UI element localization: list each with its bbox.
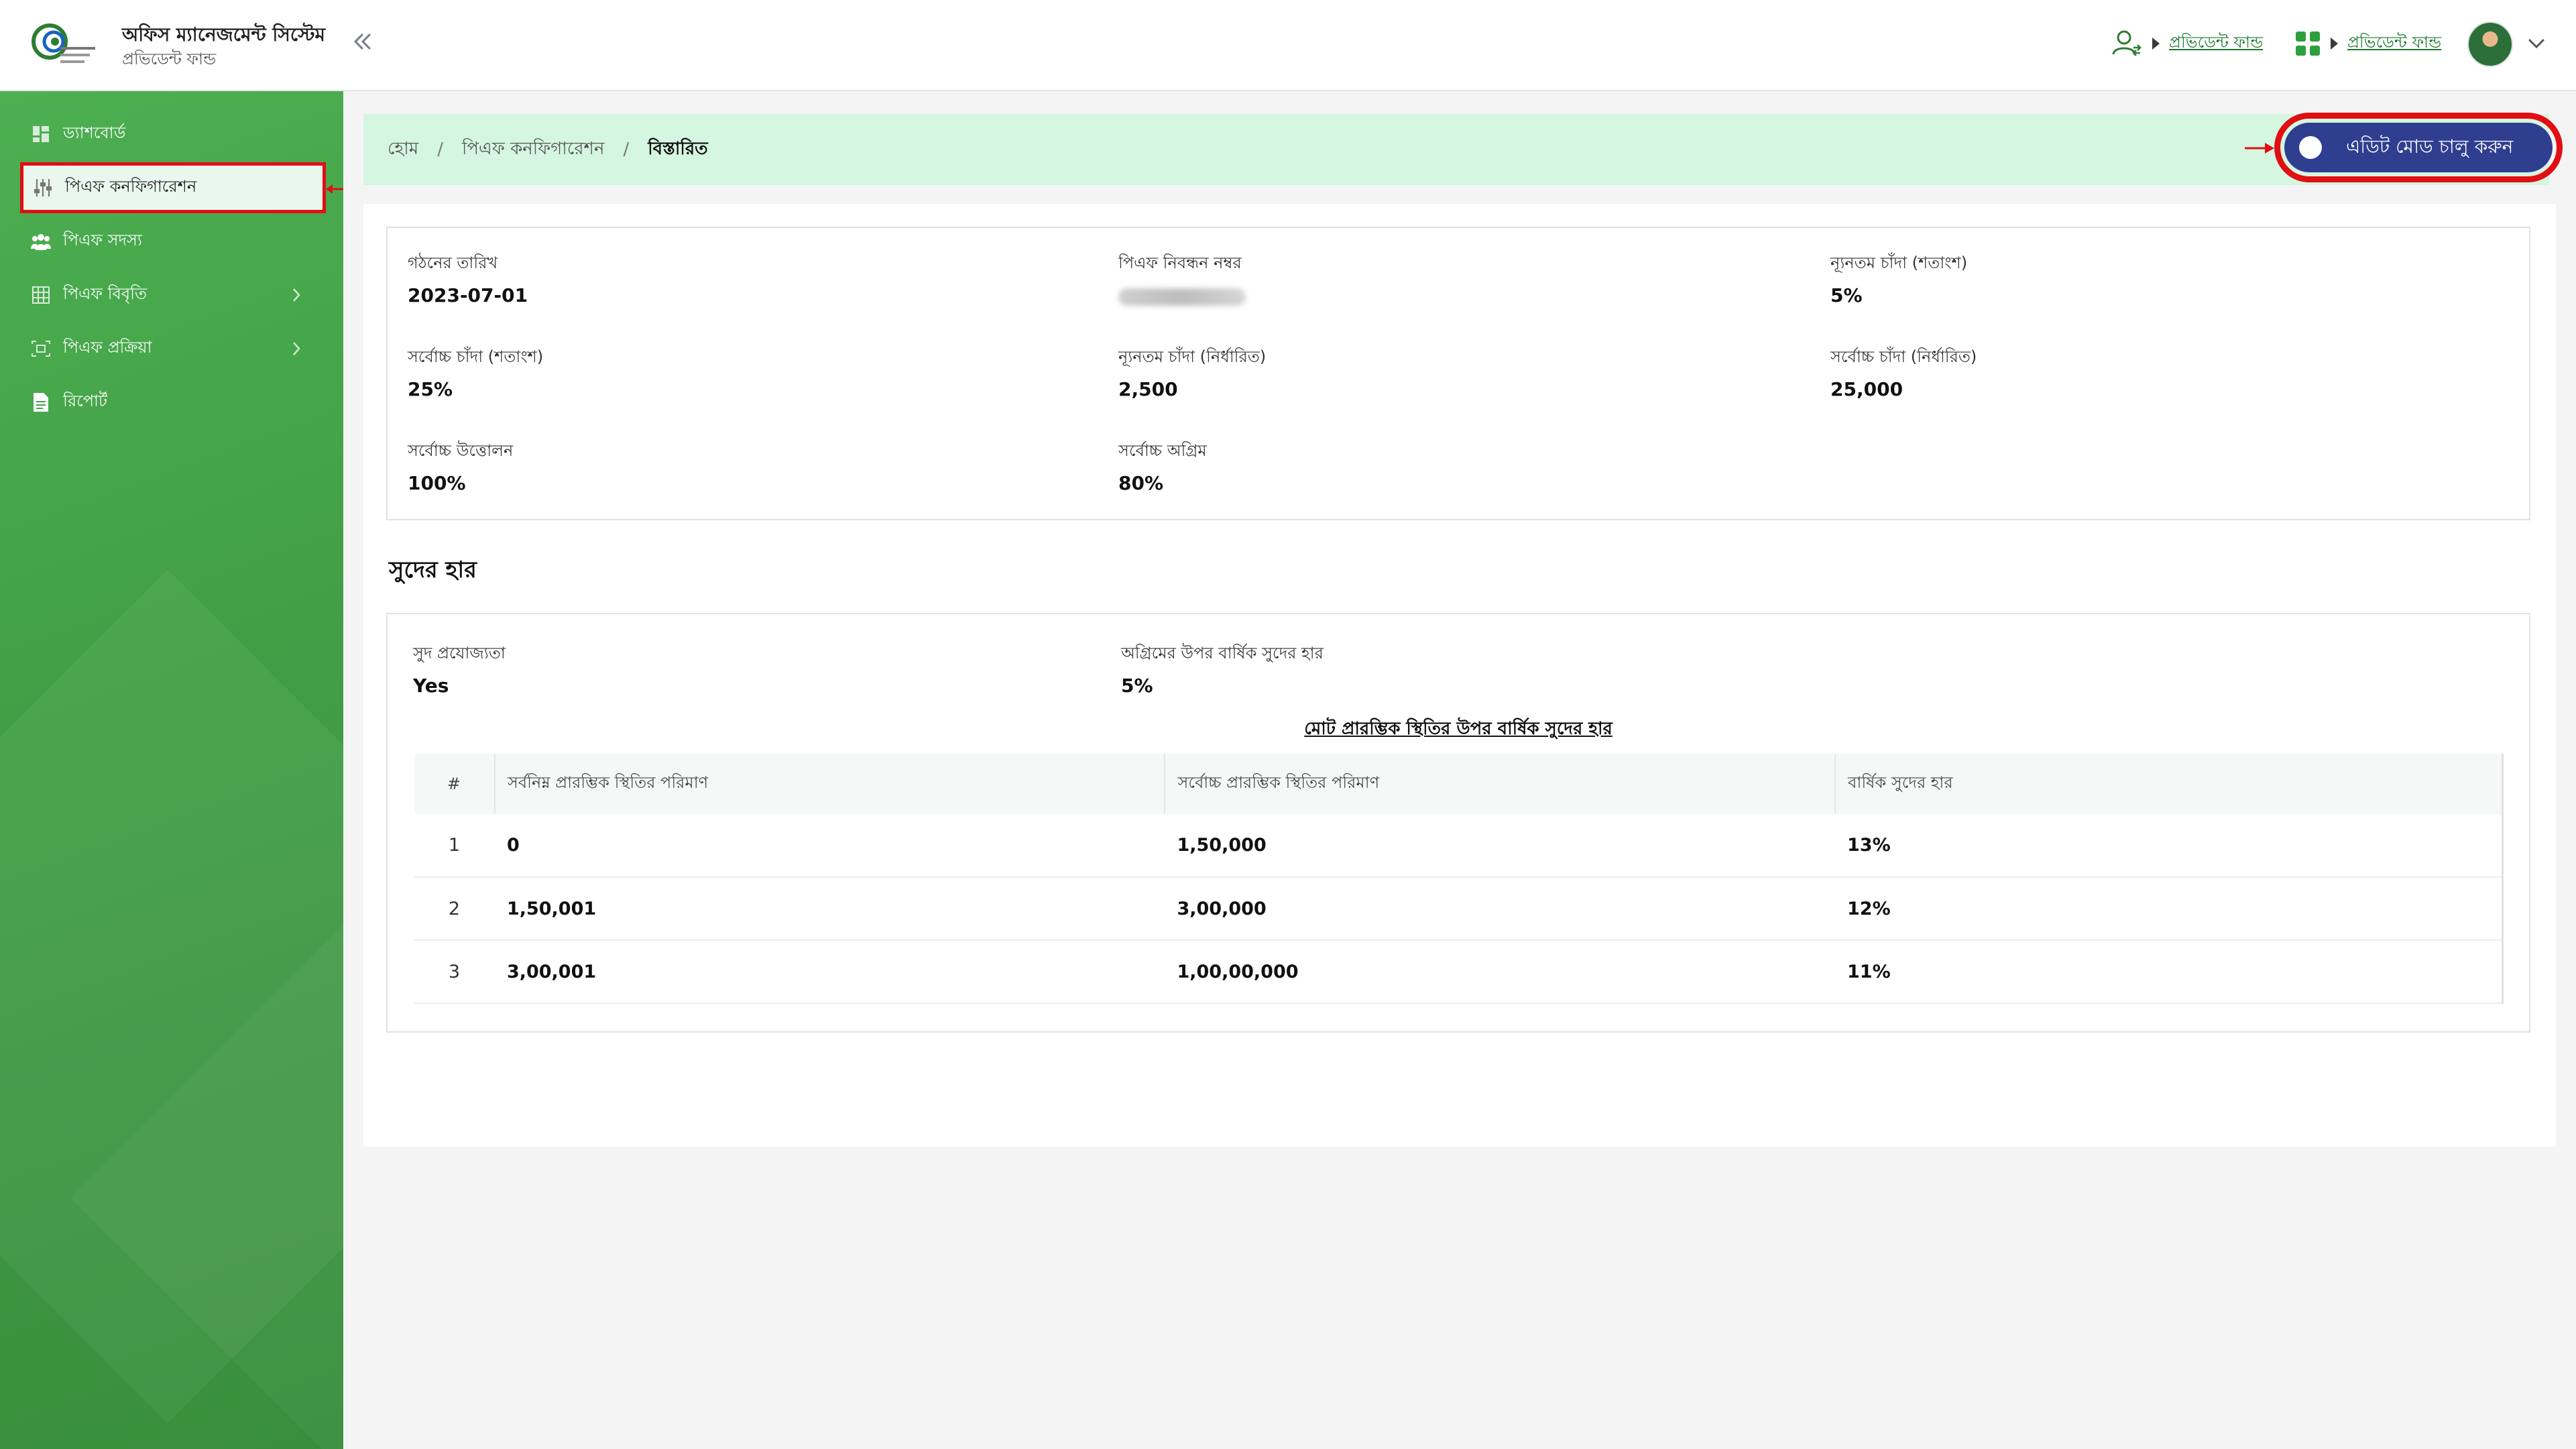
top-header: অফিস ম্যানেজমেন্ট সিস্টেম প্রভিডেন্ট ফান… xyxy=(0,0,2576,91)
sidebar-item-pf-configuration[interactable]: পিএফ কনফিগারেশন xyxy=(20,162,326,213)
sidebar-item-pf-members[interactable]: পিএফ সদস্য xyxy=(21,217,322,266)
sidebar-item-pf-process[interactable]: পিএফ প্রক্রিয়া xyxy=(21,325,322,373)
sidebar-item-label: রিপোর্ট xyxy=(63,392,108,410)
details-panel: গঠনের তারিখ 2023-07-01 পিএফ নিবন্ধন নম্ব… xyxy=(363,204,2556,1147)
report-icon xyxy=(31,392,51,412)
process-icon xyxy=(31,339,51,359)
table-cell: 13% xyxy=(1835,814,2503,878)
advance-rate-label: অগ্রিমের উপর বার্ষিক সুদের হার xyxy=(1121,644,1324,662)
interest-applicable-value: Yes xyxy=(413,675,449,697)
pf-config-card: গঠনের তারিখ 2023-07-01 পিএফ নিবন্ধন নম্ব… xyxy=(386,227,2530,520)
sidebar-item-label: পিএফ প্রক্রিয়া xyxy=(63,338,152,357)
table-row: 2 1,50,001 3,00,000 12% xyxy=(414,877,2503,941)
min-contribution-fixed-label: ন্যূনতম চাঁদা (নির্ধারিত) xyxy=(1118,347,1267,366)
table-cell: 3 xyxy=(414,940,495,1004)
min-contribution-fixed-value: 2,500 xyxy=(1118,378,1178,400)
interest-card: সুদ প্রযোজ্যতা Yes অগ্রিমের উপর বার্ষিক … xyxy=(386,613,2530,1033)
formation-date-label: গঠনের তারিখ xyxy=(408,253,498,272)
header-link-group-1[interactable]: প্রভিডেন্ট ফান্ড xyxy=(2111,27,2263,60)
breadcrumb: হোম / পিএফ কনফিগারেশন / বিস্তারিত xyxy=(363,114,2549,185)
apps-grid-icon xyxy=(2296,32,2320,56)
annotation-arrow-icon xyxy=(2245,143,2274,154)
table-cell: 2 xyxy=(414,877,495,941)
column-header: সর্বনিম্ন প্রারম্ভিক স্থিতির পরিমাণ xyxy=(494,754,1166,814)
dashboard-icon xyxy=(31,124,51,144)
registration-no-redacted xyxy=(1118,288,1246,306)
max-contribution-fixed-label: সর্বোচ্চ চাঁদা (নির্ধারিত) xyxy=(1830,347,1977,366)
sidebar-item-pf-statement[interactable]: পিএফ বিবৃতি xyxy=(21,271,322,319)
header-link-group-2[interactable]: প্রভিডেন্ট ফান্ড xyxy=(2294,27,2441,60)
sidebar-item-label: পিএফ বিবৃতি xyxy=(63,284,148,303)
breadcrumb-pf-configuration[interactable]: পিএফ কনফিগারেশন xyxy=(462,135,605,164)
formation-date-value: 2023-07-01 xyxy=(408,284,528,306)
max-withdrawal-label: সর্বোচ্চ উত্তোলন xyxy=(408,441,514,460)
min-contribution-pct-label: ন্যূনতম চাঁদা (শতাংশ) xyxy=(1830,253,1968,272)
table-cell: 0 xyxy=(494,814,1165,878)
sliders-icon xyxy=(33,178,53,198)
brand-logo-icon xyxy=(32,23,95,63)
max-withdrawal-value: 100% xyxy=(408,472,466,494)
table-cell: 3,00,001 xyxy=(494,940,1165,1004)
members-icon xyxy=(31,231,51,251)
max-advance-label: সর্বোচ্চ অগ্রিম xyxy=(1118,441,1207,460)
statement-icon xyxy=(31,285,51,305)
edit-mode-highlight: এডিট মোড চালু করুন xyxy=(2274,113,2563,182)
toggle-knob xyxy=(2299,136,2322,159)
header-link-provident-fund-2[interactable]: প্রভিডেন্ট ফান্ড xyxy=(2347,30,2441,57)
column-header: # xyxy=(414,754,495,814)
chevron-down-icon[interactable] xyxy=(2528,38,2545,50)
breadcrumb-separator: / xyxy=(437,139,443,160)
sidebar-item-dashboard[interactable]: ড্যাশবোর্ড xyxy=(21,110,322,158)
table-cell: 1,00,00,000 xyxy=(1165,940,1835,1004)
sidebar-item-label: পিএফ কনফিগারেশন xyxy=(65,177,197,196)
app-subtitle: প্রভিডেন্ট ফান্ড xyxy=(122,50,217,68)
interest-applicable-label: সুদ প্রযোজ্যতা xyxy=(413,644,506,662)
interest-section-title: সুদের হার xyxy=(389,557,477,583)
table-row: 3 3,00,001 1,00,00,000 11% xyxy=(414,940,2503,1004)
user-avatar[interactable] xyxy=(2467,21,2513,67)
sidebar: ড্যাশবোর্ড পিএফ কনফিগারেশন পিএফ সদস্য পি… xyxy=(0,91,343,1449)
table-row: 1 0 1,50,000 13% xyxy=(414,814,2503,878)
chevron-right-icon xyxy=(293,288,300,302)
breadcrumb-home[interactable]: হোম xyxy=(388,135,418,164)
min-contribution-pct-value: 5% xyxy=(1830,284,1863,306)
table-cell: 11% xyxy=(1835,940,2503,1004)
max-contribution-fixed-value: 25,000 xyxy=(1830,378,1904,400)
chevron-right-icon xyxy=(293,342,300,355)
column-header: বার্ষিক সুদের হার xyxy=(1835,754,2503,814)
advance-rate-value: 5% xyxy=(1121,675,1153,697)
table-cell: 1,50,001 xyxy=(494,877,1165,941)
caret-right-icon xyxy=(2152,38,2160,50)
sidebar-item-label: পিএফ সদস্য xyxy=(63,231,142,249)
user-switch-icon xyxy=(2112,30,2142,56)
breadcrumb-current: বিস্তারিত xyxy=(648,139,708,159)
table-cell: 1,50,000 xyxy=(1165,814,1835,878)
sidebar-item-report[interactable]: রিপোর্ট xyxy=(21,378,322,426)
caret-right-icon xyxy=(2331,38,2338,50)
table-cell: 3,00,000 xyxy=(1165,877,1835,941)
column-header: সর্বোচ্চ প্রারম্ভিক স্থিতির পরিমাণ xyxy=(1165,754,1836,814)
sidebar-item-label: ড্যাশবোর্ড xyxy=(63,123,126,142)
annotation-arrow-icon xyxy=(326,184,343,194)
interest-rate-table: # সর্বনিম্ন প্রারম্ভিক স্থিতির পরিমাণ সর… xyxy=(414,754,2504,1004)
table-cell: 1 xyxy=(414,814,495,878)
collapse-sidebar-icon[interactable] xyxy=(349,28,375,55)
breadcrumb-separator: / xyxy=(623,139,630,160)
max-contribution-pct-value: 25% xyxy=(408,378,453,400)
max-contribution-pct-label: সর্বোচ্চ চাঁদা (শতাংশ) xyxy=(408,347,544,366)
max-advance-value: 80% xyxy=(1118,472,1164,494)
main-content: হোম / পিএফ কনফিগারেশন / বিস্তারিত এডিট ম… xyxy=(343,91,2576,1449)
edit-mode-toggle[interactable]: এডিট মোড চালু করুন xyxy=(2284,123,2553,172)
edit-mode-label: এডিট মোড চালু করুন xyxy=(2346,135,2514,158)
table-cell: 12% xyxy=(1835,877,2503,941)
interest-table-title: মোট প্রারম্ভিক স্থিতির উপর বার্ষিক সুদের… xyxy=(1304,719,1613,739)
header-link-provident-fund-1[interactable]: প্রভিডেন্ট ফান্ড xyxy=(2169,30,2263,57)
table-header-row: # সর্বনিম্ন প্রারম্ভিক স্থিতির পরিমাণ সর… xyxy=(414,754,2503,814)
registration-no-label: পিএফ নিবন্ধন নম্বর xyxy=(1118,253,1242,272)
